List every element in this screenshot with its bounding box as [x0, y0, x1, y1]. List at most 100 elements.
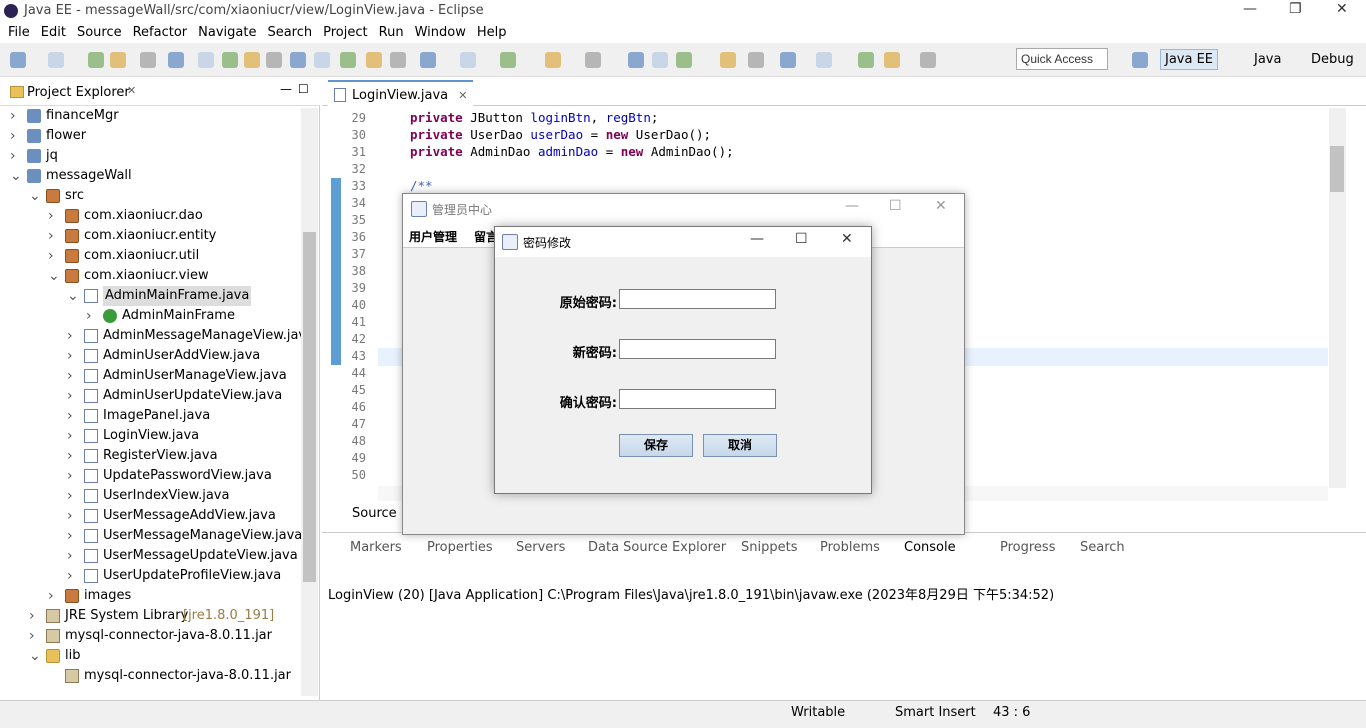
save-button[interactable]: 保存	[619, 434, 693, 457]
project-explorer-title[interactable]: Project Explorer	[27, 85, 130, 100]
chevron-right-icon[interactable]: ›	[67, 426, 73, 446]
toolbar-button-icon[interactable]	[88, 52, 104, 68]
chevron-down-icon[interactable]: ⌄	[29, 186, 41, 206]
menu-run[interactable]: Run	[379, 23, 404, 43]
tree-item[interactable]: ⌄ src	[0, 186, 300, 206]
confirm-password-field[interactable]	[619, 389, 776, 409]
chevron-right-icon[interactable]: ›	[67, 366, 73, 386]
toolbar-button-icon[interactable]	[858, 52, 874, 68]
tree-item[interactable]: › com.xiaoniucr.entity	[0, 226, 300, 246]
close-icon[interactable]: ✕	[1336, 1, 1348, 17]
chevron-right-icon[interactable]: ›	[29, 626, 35, 646]
chevron-right-icon[interactable]: ›	[48, 226, 54, 246]
tree-item[interactable]: › LoginView.java	[0, 426, 300, 446]
toolbar-button-icon[interactable]	[420, 52, 436, 68]
tree-item[interactable]: ⌄ messageWall	[0, 166, 300, 186]
close-icon[interactable]: ✕	[841, 231, 853, 247]
perspective-java-ee[interactable]: Java EE	[1160, 49, 1219, 71]
tree-item[interactable]: › flower	[0, 126, 300, 146]
chevron-right-icon[interactable]: ›	[67, 346, 73, 366]
menu-source[interactable]: Source	[77, 23, 122, 43]
chevron-right-icon[interactable]: ›	[48, 246, 54, 266]
tab-snippets[interactable]: Snippets	[741, 540, 797, 555]
tree-item[interactable]: › AdminUserAddView.java	[0, 346, 300, 366]
toolbar-button-icon[interactable]	[48, 52, 64, 68]
tree-item[interactable]: › AdminUserUpdateView.java	[0, 386, 300, 406]
menu-file[interactable]: File	[8, 23, 30, 43]
toolbar-button-icon[interactable]	[748, 52, 764, 68]
toolbar-button-icon[interactable]	[545, 52, 561, 68]
chevron-down-icon[interactable]: ⌄	[10, 166, 22, 186]
tree-item[interactable]: › jq	[0, 146, 300, 166]
toolbar-button-icon[interactable]	[340, 52, 356, 68]
close-icon[interactable]: ✕	[935, 198, 947, 214]
chevron-right-icon[interactable]: ›	[67, 466, 73, 486]
toolbar-button-icon[interactable]	[720, 52, 736, 68]
tree-item[interactable]: › UserIndexView.java	[0, 486, 300, 506]
toolbar-button-icon[interactable]	[1132, 52, 1148, 68]
menu-help[interactable]: Help	[477, 23, 507, 43]
menu-refactor[interactable]: Refactor	[133, 23, 188, 43]
tree-item[interactable]: › UserMessageAddView.java	[0, 506, 300, 526]
toolbar-button-icon[interactable]	[920, 52, 936, 68]
tab-search[interactable]: Search	[1080, 540, 1125, 555]
tree-item[interactable]: › AdminMainFrame	[0, 306, 300, 326]
perspective-java[interactable]: Java	[1254, 49, 1281, 71]
toolbar-button-icon[interactable]	[780, 52, 796, 68]
explorer-scroll-thumb[interactable]	[303, 232, 316, 582]
minimize-view-icon[interactable]: —	[280, 82, 292, 96]
maximize-view-icon[interactable]: ☐	[298, 82, 309, 96]
tree-item[interactable]: ⌄ lib	[0, 646, 300, 666]
tree-item[interactable]: › AdminUserManageView.java	[0, 366, 300, 386]
tree-item[interactable]: › images	[0, 586, 300, 606]
toolbar-button-icon[interactable]	[460, 52, 476, 68]
toolbar-button-icon[interactable]	[244, 52, 260, 68]
chevron-right-icon[interactable]: ›	[67, 566, 73, 586]
chevron-down-icon[interactable]: ⌄	[67, 286, 79, 306]
close-icon[interactable]: ✕	[127, 84, 136, 97]
toolbar-button-icon[interactable]	[390, 52, 406, 68]
toolbar-button-icon[interactable]	[198, 52, 214, 68]
chevron-right-icon[interactable]: ›	[67, 506, 73, 526]
toolbar-button-icon[interactable]	[884, 52, 900, 68]
chevron-right-icon[interactable]: ›	[10, 126, 16, 146]
toolbar-button-icon[interactable]	[110, 52, 126, 68]
toolbar-button-icon[interactable]	[628, 52, 644, 68]
editor-vscroll-thumb[interactable]	[1330, 146, 1344, 192]
tree-item[interactable]: › UserMessageManageView.java	[0, 526, 302, 546]
tree-item[interactable]: mysql-connector-java-8.0.11.jar	[0, 666, 300, 686]
perspective-debug[interactable]: Debug	[1311, 49, 1354, 71]
cancel-button[interactable]: 取消	[703, 434, 777, 457]
toolbar-button-icon[interactable]	[500, 52, 516, 68]
tree-item[interactable]: › com.xiaoniucr.dao	[0, 206, 300, 226]
tree-item[interactable]: › com.xiaoniucr.util	[0, 246, 300, 266]
chevron-down-icon[interactable]: ⌄	[48, 266, 60, 286]
tree-item[interactable]: › RegisterView.java	[0, 446, 300, 466]
chevron-right-icon[interactable]: ›	[67, 446, 73, 466]
chevron-right-icon[interactable]: ›	[67, 326, 73, 346]
tree-item[interactable]: › UserMessageUpdateView.java	[0, 546, 300, 566]
old-password-field[interactable]	[619, 289, 776, 309]
chevron-right-icon[interactable]: ›	[29, 606, 35, 626]
chevron-right-icon[interactable]: ›	[67, 526, 73, 546]
menu-edit[interactable]: Edit	[41, 23, 66, 43]
tab-data-source-explorer[interactable]: Data Source Explorer	[588, 540, 726, 555]
menu-user-management[interactable]: 用户管理	[409, 228, 457, 245]
minimize-icon[interactable]: —	[1243, 1, 1257, 17]
toolbar-button-icon[interactable]	[816, 52, 832, 68]
chevron-right-icon[interactable]: ›	[67, 546, 73, 566]
toolbar-button-icon[interactable]	[140, 52, 156, 68]
chevron-right-icon[interactable]: ›	[48, 586, 54, 606]
menu-project[interactable]: Project	[323, 23, 367, 43]
tree-item[interactable]: › ImagePanel.java	[0, 406, 300, 426]
chevron-right-icon[interactable]: ›	[67, 386, 73, 406]
tree-item[interactable]: › mysql-connector-java-8.0.11.jar	[0, 626, 300, 646]
tree-item[interactable]: › JRE System Library [jre1.8.0_191]	[0, 606, 300, 626]
chevron-down-icon[interactable]: ⌄	[29, 646, 41, 666]
minimize-icon[interactable]: —	[750, 231, 764, 247]
maximize-icon[interactable]: ☐	[889, 198, 902, 214]
chevron-right-icon[interactable]: ›	[48, 206, 54, 226]
tab-markers[interactable]: Markers	[350, 540, 402, 555]
toolbar-button-icon[interactable]	[366, 52, 382, 68]
tab-console[interactable]: Console	[904, 540, 956, 555]
